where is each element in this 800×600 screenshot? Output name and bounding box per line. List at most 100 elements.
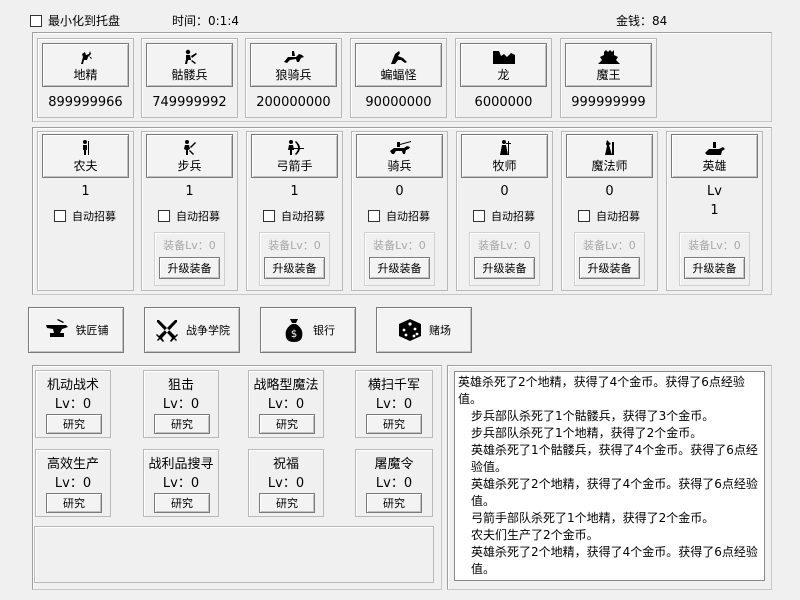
equipment-box: 装备Lv：0 升级装备: [574, 232, 645, 286]
research-title: 屠魔令: [374, 457, 414, 472]
upgrade-equipment-button[interactable]: 升级装备: [684, 257, 745, 279]
enemy-panel-bat: 蝙蝠怪 90000000: [350, 38, 447, 118]
unit-button-cavalry[interactable]: 骑兵: [356, 134, 443, 178]
blacksmith-button[interactable]: 铁匠铺: [28, 307, 124, 353]
research-button[interactable]: 研究: [259, 493, 315, 513]
auto-recruit-checkbox[interactable]: 自动招募: [578, 208, 640, 224]
checkbox-box[interactable]: [30, 14, 42, 27]
upgrade-equipment-button[interactable]: 升级装备: [264, 257, 325, 279]
enemy-count: 6000000: [474, 95, 533, 110]
upgrade-equipment-button[interactable]: 升级装备: [159, 257, 220, 279]
research-panel-efficient-production: 高效生产 Lv：0 研究: [35, 449, 111, 517]
checkbox-box[interactable]: [158, 210, 170, 222]
unit-button-infantry[interactable]: 步兵: [146, 134, 233, 178]
enemy-button-wolf-rider[interactable]: 狼骑兵: [250, 43, 337, 87]
research-panel-sniping: 狙击 Lv：0 研究: [143, 370, 219, 438]
unit-name: 魔法师: [591, 158, 628, 173]
enemy-button-bat[interactable]: 蝙蝠怪: [355, 43, 442, 87]
research-title: 战利品搜寻: [148, 457, 214, 472]
upgrade-equipment-button[interactable]: 升级装备: [579, 257, 640, 279]
enemy-panel-demon-king: 魔王 999999999: [560, 38, 657, 118]
equipment-box: 装备Lv：0 升级装备: [469, 232, 540, 286]
time-display: 时间：0:1:4: [172, 14, 239, 28]
research-button[interactable]: 研究: [154, 414, 210, 434]
enemy-count: 999999999: [571, 95, 646, 110]
enemy-count: 749999992: [152, 95, 227, 110]
checkbox-box[interactable]: [54, 210, 66, 222]
priest-icon: [499, 139, 511, 155]
bank-button[interactable]: $ 银行: [260, 307, 356, 353]
research-title: 横扫千军: [367, 378, 420, 393]
enemy-button-goblin[interactable]: 地精: [42, 43, 129, 87]
minimize-to-tray-checkbox[interactable]: 最小化到托盘: [30, 12, 120, 29]
research-panel-sweep: 横扫千军 Lv：0 研究: [355, 370, 433, 438]
research-button[interactable]: 研究: [366, 493, 422, 513]
unit-name: 弓箭手: [276, 158, 313, 173]
unit-panel-archer: 弓箭手 1 自动招募 装备Lv：0 升级装备: [246, 131, 343, 291]
casino-button[interactable]: 赌场: [376, 307, 472, 353]
unit-panel-hero: 英雄 Lv 1 装备Lv：0 升级装备: [666, 131, 763, 291]
research-title: 高效生产: [46, 457, 99, 472]
bat-icon: [390, 50, 407, 64]
unit-count: 0: [500, 184, 509, 199]
enemy-panel-wolf-rider: 狼骑兵 200000000: [245, 38, 342, 118]
unit-button-mage[interactable]: 魔法师: [566, 134, 653, 178]
equipment-level: 装备Lv：0: [268, 239, 321, 252]
auto-recruit-label: 自动招募: [386, 210, 430, 223]
research-title: 战略型魔法: [253, 378, 319, 393]
research-panel-blessing: 祝福 Lv：0 研究: [248, 449, 324, 517]
unit-panel-farmer: 农夫 1 自动招募: [37, 131, 134, 291]
auto-recruit-checkbox[interactable]: 自动招募: [263, 208, 325, 224]
research-button[interactable]: 研究: [366, 414, 422, 434]
research-panel-mobile-tactics: 机动战术 Lv：0 研究: [35, 370, 111, 438]
auto-recruit-label: 自动招募: [281, 210, 325, 223]
enemy-name: 狼骑兵: [275, 67, 312, 82]
unit-button-hero[interactable]: 英雄: [671, 134, 758, 178]
research-button[interactable]: 研究: [259, 414, 315, 434]
skeleton-icon: [184, 49, 197, 64]
auto-recruit-checkbox[interactable]: 自动招募: [158, 208, 220, 224]
enemy-name: 魔王: [596, 67, 621, 82]
upgrade-equipment-button[interactable]: 升级装备: [369, 257, 430, 279]
infantry-icon: [183, 139, 196, 155]
enemy-panel-skeleton: 骷髅兵 749999992: [141, 38, 238, 118]
checkbox-box[interactable]: [368, 210, 380, 222]
research-button[interactable]: 研究: [46, 414, 102, 434]
unit-button-priest[interactable]: 牧师: [461, 134, 548, 178]
dragon-icon: [492, 50, 515, 64]
equipment-box: 装备Lv：0 升级装备: [364, 232, 435, 286]
checkbox-box[interactable]: [263, 210, 275, 222]
unit-button-archer[interactable]: 弓箭手: [251, 134, 338, 178]
research-level: Lv：0: [267, 397, 305, 412]
auto-recruit-checkbox[interactable]: 自动招募: [473, 208, 535, 224]
research-level: Lv：0: [375, 476, 413, 491]
research-level: Lv：0: [267, 476, 305, 491]
money-bag-icon: $: [285, 319, 303, 342]
unit-name: 骑兵: [387, 158, 412, 173]
enemy-button-dragon[interactable]: 龙: [460, 43, 547, 87]
hero-icon: [704, 141, 725, 155]
equipment-level: 装备Lv：0: [583, 239, 636, 252]
log-entry: 弓箭手部队杀死了1个地精，获得了2个金币。: [471, 511, 715, 525]
equipment-box: 装备Lv：0 升级装备: [259, 232, 330, 286]
auto-recruit-checkbox[interactable]: 自动招募: [54, 208, 116, 224]
unit-panel-priest: 牧师 0 自动招募 装备Lv：0 升级装备: [456, 131, 553, 291]
research-button[interactable]: 研究: [154, 493, 210, 513]
demon-king-icon: [597, 49, 620, 64]
war-academy-button[interactable]: 战争学院: [144, 307, 240, 353]
enemy-name: 龙: [497, 67, 510, 82]
research-level: Lv：0: [162, 476, 200, 491]
enemy-name: 骷髅兵: [171, 67, 208, 82]
research-button[interactable]: 研究: [46, 493, 102, 513]
log-entry: 英雄杀死了2个地精，获得了4个金币。获得了6点经验值。: [458, 375, 745, 406]
unit-button-farmer[interactable]: 农夫: [42, 134, 129, 178]
upgrade-equipment-button[interactable]: 升级装备: [474, 257, 535, 279]
checkbox-box[interactable]: [578, 210, 590, 222]
auto-recruit-checkbox[interactable]: 自动招募: [368, 208, 430, 224]
enemy-button-demon-king[interactable]: 魔王: [565, 43, 652, 87]
svg-text:$: $: [291, 329, 297, 340]
checkbox-box[interactable]: [473, 210, 485, 222]
research-level: Lv：0: [54, 397, 92, 412]
battle-log[interactable]: 英雄杀死了2个地精，获得了4个金币。获得了6点经验值。 步兵部队杀死了1个骷髅兵…: [454, 371, 765, 581]
enemy-button-skeleton[interactable]: 骷髅兵: [146, 43, 233, 87]
